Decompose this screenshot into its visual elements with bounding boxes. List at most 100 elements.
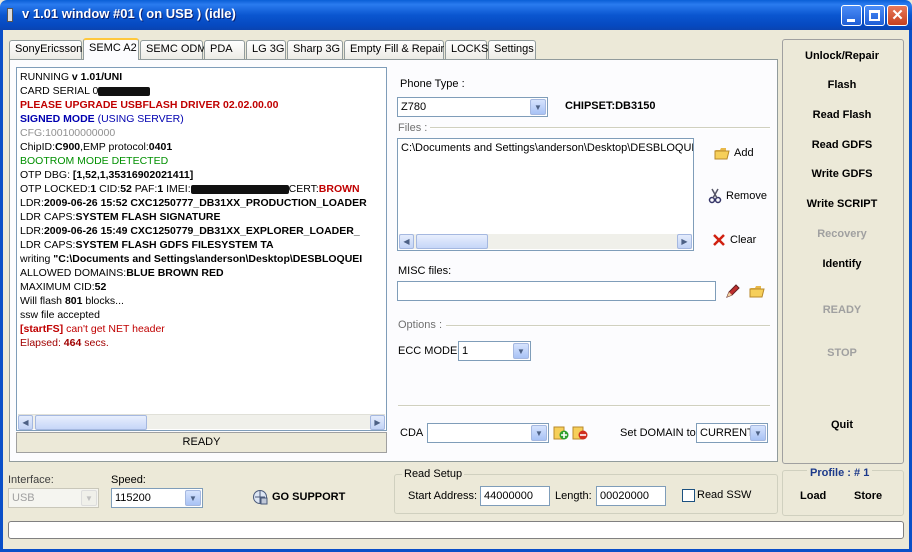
log-line: OTP LOCKED:1 CID:52 PAF:1 IMEI: CERT:BROW…: [20, 182, 384, 196]
add-file-button[interactable]: Add: [714, 145, 754, 161]
pencil-icon[interactable]: [725, 283, 741, 299]
tab-sharp-3g[interactable]: Sharp 3G: [287, 40, 343, 59]
scroll-thumb[interactable]: [35, 415, 147, 430]
domain-value: CURRENT: [700, 427, 754, 439]
cda-label: CDA: [400, 427, 424, 439]
chevron-down-icon: ▼: [513, 343, 529, 359]
length-input[interactable]: 00020000: [596, 486, 666, 506]
misc-files-input[interactable]: [397, 281, 716, 301]
scroll-thumb[interactable]: [416, 234, 488, 249]
interface-value: USB: [12, 492, 35, 504]
remove-icon[interactable]: [572, 424, 588, 440]
scroll-right-icon[interactable]: ▶: [370, 415, 385, 430]
log-segment: 52: [94, 281, 107, 293]
redacted-text: [98, 86, 151, 96]
tab-lg-3g[interactable]: LG 3G: [246, 40, 286, 59]
scroll-left-icon[interactable]: ◀: [18, 415, 33, 430]
log-segment: LDR:: [20, 225, 44, 237]
tab-semc-a2[interactable]: SEMC A2: [83, 38, 139, 60]
misc-files-label: MISC files:: [398, 265, 452, 277]
log-segment: 52: [120, 183, 132, 195]
speed-label: Speed:: [111, 474, 146, 486]
ecc-mode-select[interactable]: 1 ▼: [458, 341, 531, 361]
log-segment: 0401: [148, 141, 173, 153]
log-segment: writing: [20, 253, 54, 265]
quit-button[interactable]: Quit: [782, 419, 902, 431]
read-gdfs-button[interactable]: Read GDFS: [782, 139, 902, 151]
go-support-button[interactable]: GO SUPPORT: [252, 489, 345, 505]
speed-select[interactable]: 115200 ▼: [111, 488, 203, 508]
log-line: Elapsed: 464 secs.: [20, 336, 384, 350]
read-ssw-checkbox[interactable]: [682, 489, 695, 502]
ecc-mode-value: 1: [462, 345, 469, 357]
files-list[interactable]: C:\Documents and Settings\anderson\Deskt…: [397, 138, 694, 251]
log-segment: LDR CAPS:: [20, 239, 76, 251]
log-output[interactable]: RUNNING v 1.01/UNI CARD SERIAL 0 PLEASE UP…: [16, 67, 387, 431]
folder-open-icon[interactable]: [749, 285, 765, 298]
scissors-icon: [708, 188, 722, 204]
interface-select[interactable]: USB ▼: [8, 488, 99, 508]
log-segment: OTP DBG:: [20, 169, 73, 181]
tab-semc-odm[interactable]: SEMC ODM: [140, 40, 207, 59]
clear-files-label: Clear: [730, 234, 757, 246]
log-segment: CFG:: [20, 127, 46, 139]
read-flash-button[interactable]: Read Flash: [782, 109, 902, 121]
app-icon: [7, 8, 13, 22]
log-segment: BLUE BROWN RED: [126, 267, 224, 279]
log-lines: RUNNING v 1.01/UNI CARD SERIAL 0 PLEASE UP…: [20, 70, 384, 350]
log-status: READY: [16, 432, 387, 453]
chevron-down-icon: ▼: [750, 425, 766, 441]
scroll-right-icon[interactable]: ▶: [677, 234, 692, 249]
chevron-down-icon: ▼: [531, 425, 547, 441]
log-segment: OTP LOCKED:: [20, 183, 91, 195]
log-horizontal-scrollbar[interactable]: ◀ ▶: [18, 414, 385, 430]
identify-button[interactable]: Identify: [782, 258, 902, 270]
phone-type-select[interactable]: Z780 ▼: [397, 97, 548, 117]
cda-select[interactable]: ▼: [427, 423, 549, 443]
tab-empty-fill-repair[interactable]: Empty Fill & Repair: [344, 40, 444, 59]
log-line: LDR CAPS:SYSTEM FLASH SIGNATURE: [20, 210, 384, 224]
write-gdfs-button[interactable]: Write GDFS: [782, 168, 902, 180]
tab-pda[interactable]: PDA: [204, 40, 245, 59]
tab-locks[interactable]: LOCKS: [445, 40, 488, 59]
chevron-down-icon: ▼: [81, 490, 97, 506]
log-line: OTP DBG: [1,52,1,35316902021411]: [20, 168, 384, 182]
window-frame-left: [0, 30, 3, 552]
domain-select[interactable]: CURRENT ▼: [696, 423, 768, 443]
files-horizontal-scrollbar[interactable]: ◀ ▶: [399, 234, 692, 249]
log-segment: CARD SERIAL: [20, 85, 93, 97]
log-segment: Will flash: [20, 295, 65, 307]
log-segment: SIGNED MODE: [20, 113, 95, 125]
log-line: Will flash 801 blocks...: [20, 294, 384, 308]
recovery-button[interactable]: Recovery: [782, 228, 902, 240]
support-icon: [253, 490, 268, 505]
flash-button[interactable]: Flash: [782, 79, 902, 91]
profile-load-button[interactable]: Load: [800, 490, 826, 502]
profile-store-button[interactable]: Store: [854, 490, 882, 502]
add-icon[interactable]: [553, 424, 569, 440]
close-button[interactable]: ✕: [887, 5, 908, 26]
unlock-repair-button[interactable]: Unlock/Repair: [782, 50, 902, 62]
write-script-button[interactable]: Write SCRIPT: [782, 198, 902, 210]
progress-bar: [8, 521, 904, 539]
status-ready: READY: [822, 304, 862, 316]
log-line: writing "C:\Documents and Settings\ander…: [20, 252, 384, 266]
title-bar[interactable]: v 1.01 window #01 ( on USB ) (idle) ✕: [0, 0, 912, 30]
scroll-left-icon[interactable]: ◀: [399, 234, 414, 249]
tab-settings[interactable]: Settings: [488, 40, 536, 59]
read-ssw-label: Read SSW: [697, 489, 752, 501]
file-entry[interactable]: C:\Documents and Settings\anderson\Deskt…: [401, 142, 693, 154]
divider: [398, 405, 770, 407]
minimize-button[interactable]: [841, 5, 862, 26]
remove-file-button[interactable]: Remove: [708, 188, 767, 204]
log-line: MAXIMUM CID:52: [20, 280, 384, 294]
log-segment: LDR:: [20, 197, 44, 209]
clear-files-button[interactable]: Clear: [712, 232, 756, 248]
log-segment: BOOTROM MODE DETECTED: [20, 155, 169, 167]
tab-sonyericsson[interactable]: SonyEricsson: [9, 40, 82, 59]
stop-button[interactable]: STOP: [782, 347, 902, 359]
log-segment: PLEASE UPGRADE USBFLASH DRIVER 02.02.00.…: [20, 99, 279, 111]
start-address-input[interactable]: 44000000: [480, 486, 550, 506]
length-label: Length:: [555, 490, 592, 502]
maximize-button[interactable]: [864, 5, 885, 26]
